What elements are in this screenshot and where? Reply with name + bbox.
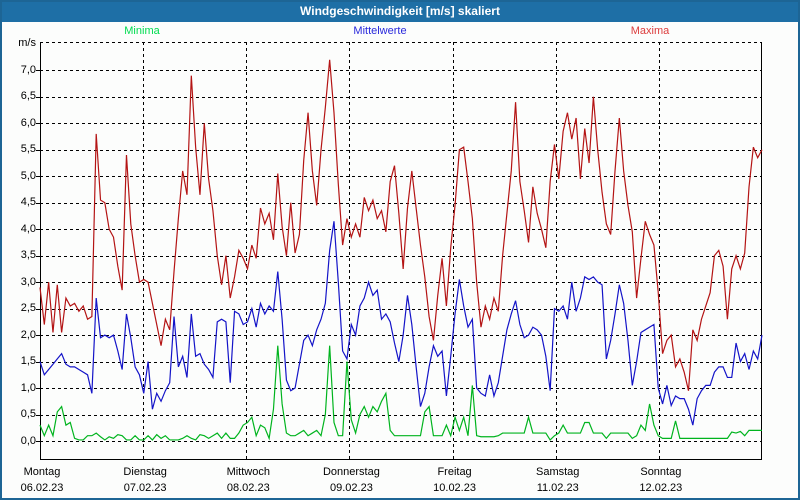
legend-item-mittelwerte: Mittelwerte (353, 25, 407, 37)
x-date-label: 08.02.23 (226, 482, 270, 494)
y-tick-label: 2,5 (20, 302, 36, 315)
x-day-label: Donnerstag (322, 466, 380, 478)
series-mittelwerte-line (39, 221, 763, 426)
y-tick-label: 4,0 (20, 222, 36, 235)
y-tick-label: 2,0 (20, 328, 36, 341)
y-tick-label: 5,0 (20, 169, 36, 182)
y-tick-label: 3,0 (20, 275, 36, 288)
legend-item-minima: Minima (124, 25, 160, 37)
y-axis-unit-label: m/s (18, 37, 36, 49)
legend-item-maxima: Maxima (630, 25, 670, 37)
x-day-label: Freitag (437, 466, 472, 478)
plot-area (36, 42, 763, 460)
y-tick-label: 4,5 (20, 196, 36, 209)
x-date-label: 10.02.23 (433, 482, 476, 494)
y-tick-label: 1,0 (20, 381, 36, 394)
window-title: Windgeschwindigkeit [m/s] skaliert (300, 4, 500, 18)
x-day-label: Dienstag (123, 466, 167, 478)
plot-svg (36, 42, 763, 460)
y-tick-label: 0,0 (20, 434, 36, 447)
y-tick-label: 5,5 (20, 143, 36, 156)
x-date-label: 07.02.23 (123, 482, 167, 494)
x-date-label: 06.02.23 (20, 482, 64, 494)
y-tick-label: 6,5 (20, 90, 36, 103)
x-date-label: 11.02.23 (536, 482, 579, 494)
y-tick-label: 7,0 (20, 63, 36, 76)
y-tick-label: 1,5 (20, 355, 36, 368)
chart-legend: Minima Mittelwerte Maxima (2, 25, 798, 39)
x-day-label: Sonntag (640, 466, 682, 478)
app-window: Windgeschwindigkeit [m/s] skaliert Minim… (0, 0, 800, 500)
series-maxima-line (39, 59, 763, 391)
y-tick-label: 0,5 (20, 408, 36, 421)
series-minima-line (39, 345, 762, 441)
x-day-label: Samstag (535, 466, 580, 478)
x-day-label: Montag (23, 466, 61, 478)
y-tick-label: 6,0 (20, 116, 36, 129)
x-day-label: Mittwoch (226, 466, 270, 478)
x-date-label: 09.02.23 (330, 482, 373, 494)
window-titlebar: Windgeschwindigkeit [m/s] skaliert (2, 2, 798, 22)
y-tick-label: 3,5 (20, 249, 36, 262)
x-date-label: 12.02.23 (639, 482, 683, 494)
